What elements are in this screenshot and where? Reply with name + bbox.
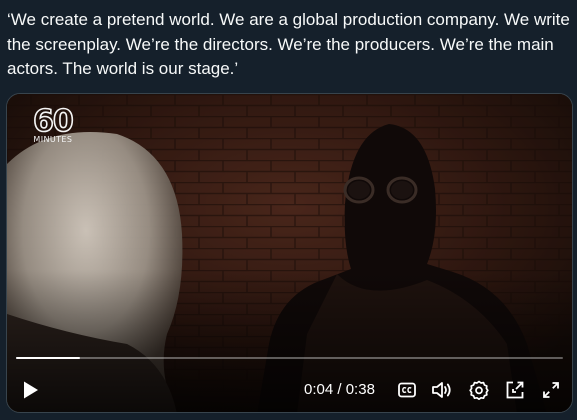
time-display: 0:04 / 0:38 [304,381,375,399]
gear-icon [469,380,489,400]
current-time: 0:04 [304,381,334,398]
volume-button[interactable] [430,378,454,402]
settings-button[interactable] [467,378,491,402]
volume-icon [432,382,451,398]
video-controls: 0:04 / 0:38 [7,368,572,412]
captions-button[interactable] [395,378,419,402]
video-still [7,94,572,412]
closed-captions-icon [398,382,416,398]
popout-button[interactable] [503,378,527,402]
video-player[interactable]: 60 MINUTES 0:04 / 0:38 [6,93,573,413]
channel-logo: 60 MINUTES [32,104,74,144]
post-text: ‘We create a pretend world. We are a glo… [7,10,570,78]
popout-icon [506,381,524,399]
video-frame[interactable] [7,94,572,412]
progress-fill [16,357,80,359]
progress-bar[interactable] [16,357,563,359]
logo-number: 60 [32,104,74,139]
fullscreen-button[interactable] [539,378,563,402]
logo-word: MINUTES [33,135,73,144]
play-icon [24,381,38,399]
time-separator: / [337,381,342,398]
fullscreen-icon [543,382,559,398]
duration: 0:38 [345,381,375,398]
play-button[interactable] [19,378,43,402]
